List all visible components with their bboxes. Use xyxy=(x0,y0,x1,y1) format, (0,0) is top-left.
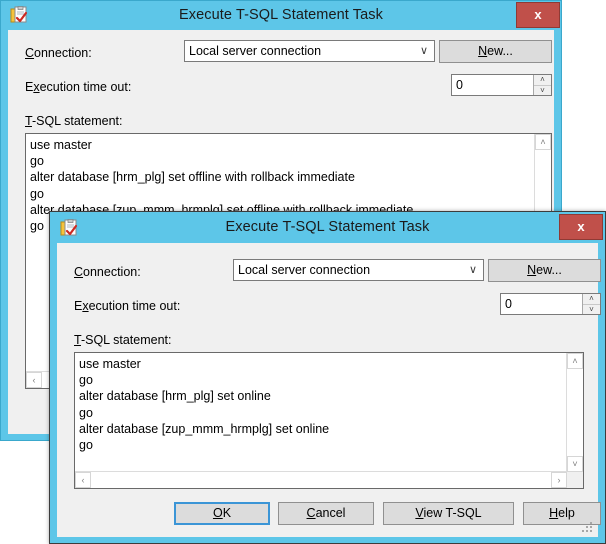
front-editor-horizontal-scrollbar[interactable]: ‹ › xyxy=(75,471,567,488)
back-timeout-value[interactable]: 0 xyxy=(456,75,463,95)
scroll-up-icon[interactable]: ˄ xyxy=(535,134,551,150)
scroll-down-icon[interactable]: ˅ xyxy=(567,456,583,472)
view-tsql-button-accel: V xyxy=(415,506,424,520)
back-new-connection-button[interactable]: New... xyxy=(439,40,552,63)
scroll-up-icon[interactable]: ˄ xyxy=(567,353,583,369)
spinner-down-icon[interactable]: ˅ xyxy=(583,305,600,315)
front-timeout-label-rest: ecution time out: xyxy=(88,299,181,313)
front-tsql-statement-editor[interactable]: use master go alter database [hrm_plg] s… xyxy=(74,352,584,489)
back-connection-combobox[interactable]: Local server connection ∨ xyxy=(184,40,435,62)
chevron-down-icon[interactable]: ∨ xyxy=(420,41,428,61)
front-statement-label-rest: -SQL statement: xyxy=(80,333,172,347)
ok-button-rest: K xyxy=(222,506,232,520)
cancel-button-accel: C xyxy=(306,506,316,520)
front-statement-label: T-SQL statement: xyxy=(74,333,172,347)
back-connection-label: Connection: xyxy=(25,46,92,60)
back-connection-label-accel: C xyxy=(25,46,35,60)
scroll-left-icon[interactable]: ‹ xyxy=(75,472,91,488)
spinner-down-icon[interactable]: ˅ xyxy=(534,86,551,96)
back-dialog-close-button[interactable]: x xyxy=(516,2,560,28)
front-connection-label: Connection: xyxy=(74,265,141,279)
back-timeout-spinner-buttons[interactable]: ˄ ˅ xyxy=(533,75,551,95)
spinner-up-icon[interactable]: ˄ xyxy=(534,75,551,86)
cancel-button-rest: ancel xyxy=(315,506,346,520)
back-statement-label-accel: T xyxy=(25,114,32,128)
back-statement-label-rest: -SQL statement: xyxy=(31,114,123,128)
view-tsql-button-rest: iew T-SQL xyxy=(423,506,482,520)
front-editor-vertical-scrollbar[interactable]: ˄ ˅ xyxy=(566,353,583,472)
front-timeout-label: Execution time out: xyxy=(74,299,180,313)
front-new-button-rest: ew... xyxy=(536,263,562,277)
front-connection-label-rest: onnection: xyxy=(83,265,141,279)
front-connection-combobox-value: Local server connection xyxy=(238,263,371,277)
front-tsql-statement-text[interactable]: use master go alter database [hrm_plg] s… xyxy=(79,356,565,470)
front-dialog-window[interactable]: Execute T-SQL Statement Task x Connectio… xyxy=(49,211,606,544)
front-timeout-spinner-buttons[interactable]: ˄ ˅ xyxy=(582,294,600,314)
resize-grip-icon[interactable] xyxy=(582,522,594,534)
cancel-button[interactable]: Cancel xyxy=(278,502,374,525)
front-new-button-accel: N xyxy=(527,263,537,277)
front-new-connection-button[interactable]: New... xyxy=(488,259,601,282)
scroll-right-icon[interactable]: › xyxy=(551,472,567,488)
back-connection-combobox-value: Local server connection xyxy=(189,44,322,58)
help-button-accel: H xyxy=(549,506,559,520)
front-dialog-client-area: Connection: Local server connection ∨ Ne… xyxy=(57,243,601,537)
back-connection-label-rest: onnection: xyxy=(34,46,92,60)
front-dialog-title: Execute T-SQL Statement Task xyxy=(225,219,430,235)
back-new-button-accel: N xyxy=(478,44,488,58)
front-editor-scrollbar-corner xyxy=(567,472,583,488)
help-button-rest: elp xyxy=(558,506,575,520)
back-timeout-spinner[interactable]: 0 ˄ ˅ xyxy=(451,74,552,96)
front-timeout-value[interactable]: 0 xyxy=(505,294,512,314)
back-dialog-titlebar[interactable]: Execute T-SQL Statement Task x xyxy=(1,1,561,30)
front-dialog-close-button[interactable]: x xyxy=(559,214,603,240)
back-statement-label: T-SQL statement: xyxy=(25,114,123,128)
front-timeout-spinner[interactable]: 0 ˄ ˅ xyxy=(500,293,601,315)
ok-button[interactable]: OK xyxy=(174,502,270,525)
chevron-down-icon[interactable]: ∨ xyxy=(469,260,477,280)
front-dialog-titlebar[interactable]: Execute T-SQL Statement Task x xyxy=(50,212,605,243)
front-connection-combobox[interactable]: Local server connection ∨ xyxy=(233,259,484,281)
back-dialog-title: Execute T-SQL Statement Task xyxy=(178,7,384,23)
front-statement-label-accel: T xyxy=(74,333,81,347)
view-tsql-button[interactable]: View T-SQL xyxy=(383,502,514,525)
ok-button-accel: O xyxy=(212,506,223,520)
back-timeout-label: Execution time out: xyxy=(25,80,131,94)
back-new-button-rest: ew... xyxy=(487,44,513,58)
spinner-up-icon[interactable]: ˄ xyxy=(583,294,600,305)
scroll-left-icon[interactable]: ‹ xyxy=(26,372,42,388)
front-connection-label-accel: C xyxy=(74,265,84,279)
back-timeout-label-rest: ecution time out: xyxy=(39,80,132,94)
